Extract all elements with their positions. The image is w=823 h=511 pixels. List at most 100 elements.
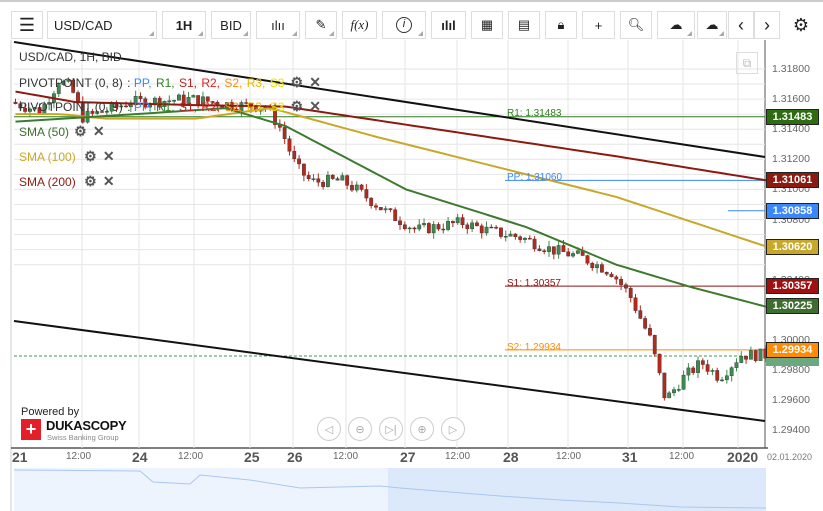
candle xyxy=(326,174,330,187)
sma200-legend: SMA (200) ⚙ ✕ xyxy=(19,173,117,190)
pivot-series-item: S1, xyxy=(178,100,201,114)
candle xyxy=(13,101,18,104)
zoom-out-icon: ⊖ xyxy=(355,423,365,436)
candle xyxy=(758,348,763,361)
candle xyxy=(729,367,734,376)
price-tick: 1.31800 xyxy=(772,63,810,75)
candle xyxy=(494,226,499,229)
price-label: 1.30858 xyxy=(766,202,819,219)
candle xyxy=(465,224,470,230)
candle xyxy=(402,224,407,230)
candle xyxy=(648,328,652,336)
candle xyxy=(287,138,292,152)
candle xyxy=(542,250,547,252)
zoom-in-button[interactable]: ⊕ xyxy=(410,417,434,441)
candle xyxy=(624,284,628,289)
time-label: 12:00 xyxy=(178,451,204,462)
gear-icon[interactable]: ⚙ xyxy=(73,123,87,140)
candle xyxy=(710,370,715,372)
close-icon[interactable]: ✕ xyxy=(102,148,116,165)
candle xyxy=(566,251,571,257)
candle xyxy=(378,207,383,211)
price-tick: 1.29400 xyxy=(772,424,810,437)
candle xyxy=(518,236,523,240)
candle xyxy=(441,228,446,231)
candle xyxy=(527,237,532,240)
candle xyxy=(643,318,648,329)
candle xyxy=(359,184,364,190)
go-latest-button[interactable]: ▷| xyxy=(379,417,403,441)
candle xyxy=(590,263,595,269)
candle xyxy=(662,372,667,399)
s1-label: S1: 1.30357 xyxy=(507,278,561,289)
pivot-series: PP, R1, S1, R2, S2, R3, S3 xyxy=(134,100,289,114)
sma100-legend: SMA (100) ⚙ ✕ xyxy=(19,148,117,165)
candle xyxy=(744,355,748,360)
candle xyxy=(398,220,402,225)
time-label: 24 xyxy=(132,449,148,465)
gear-icon[interactable]: ⚙ xyxy=(290,74,304,91)
pivot-series-item: R1, xyxy=(155,100,178,114)
candle xyxy=(345,175,350,186)
scroll-left-button[interactable]: ◁ xyxy=(317,417,341,441)
candle xyxy=(340,175,345,181)
candle xyxy=(691,367,696,373)
candle xyxy=(350,185,354,191)
candle xyxy=(508,233,513,237)
candle xyxy=(604,272,609,275)
zoom-out-button[interactable]: ⊖ xyxy=(348,417,372,441)
candle xyxy=(191,95,196,98)
candle xyxy=(715,370,720,381)
candle xyxy=(479,225,484,234)
scroll-right-button[interactable]: ▷ xyxy=(441,417,465,441)
time-label: 31 xyxy=(622,449,638,465)
close-icon[interactable]: ✕ xyxy=(92,123,106,140)
time-label: 12:00 xyxy=(445,451,471,462)
close-icon[interactable]: ✕ xyxy=(308,74,322,91)
time-label: 21 xyxy=(12,449,28,465)
pivot-legend-1: PIVOTPOINT (0, 8) : PP, R1, S1, R2, S2, … xyxy=(19,74,322,91)
triangle-right-icon: ▷ xyxy=(448,423,458,436)
candle xyxy=(696,360,700,373)
candle xyxy=(667,392,672,399)
candle xyxy=(561,245,566,252)
gear-icon[interactable]: ⚙ xyxy=(83,148,97,165)
candle xyxy=(619,279,624,285)
pivot-series-item: S2, xyxy=(224,76,246,90)
candle xyxy=(523,237,527,240)
candle xyxy=(422,223,426,226)
candle xyxy=(739,355,744,363)
candle xyxy=(753,350,758,361)
time-label: 12:00 xyxy=(556,451,582,462)
candle xyxy=(282,127,287,139)
candle xyxy=(614,276,619,280)
time-label: 12:00 xyxy=(669,451,695,462)
gear-icon[interactable]: ⚙ xyxy=(290,98,304,115)
close-icon[interactable]: ✕ xyxy=(102,173,116,190)
gear-icon[interactable]: ⚙ xyxy=(83,173,97,190)
candle xyxy=(724,375,729,381)
candle xyxy=(450,221,455,224)
triangle-left-icon: ◁ xyxy=(324,423,334,436)
candle xyxy=(475,222,479,227)
candle xyxy=(537,248,542,251)
sma50-legend: SMA (50) ⚙ ✕ xyxy=(19,123,107,140)
skip-end-icon: ▷| xyxy=(385,423,397,436)
candle xyxy=(316,178,321,183)
popout-button[interactable]: ⧉ xyxy=(736,52,758,74)
candle xyxy=(672,389,676,394)
pivot-name: PIVOTPOINT (0, 8) xyxy=(19,76,123,90)
candle xyxy=(436,224,441,230)
powered-by: Powered by xyxy=(21,406,80,418)
candle xyxy=(374,205,378,208)
candle xyxy=(532,238,537,250)
time-label: 12:00 xyxy=(66,451,92,462)
pivot-series-item: R2, xyxy=(201,100,224,114)
price-label: 1.30620 xyxy=(766,238,819,255)
close-icon[interactable]: ✕ xyxy=(308,98,322,115)
candle xyxy=(633,297,638,311)
candle xyxy=(412,227,417,230)
candle xyxy=(369,197,374,206)
time-label: 12:00 xyxy=(333,451,359,462)
candle xyxy=(388,208,393,210)
